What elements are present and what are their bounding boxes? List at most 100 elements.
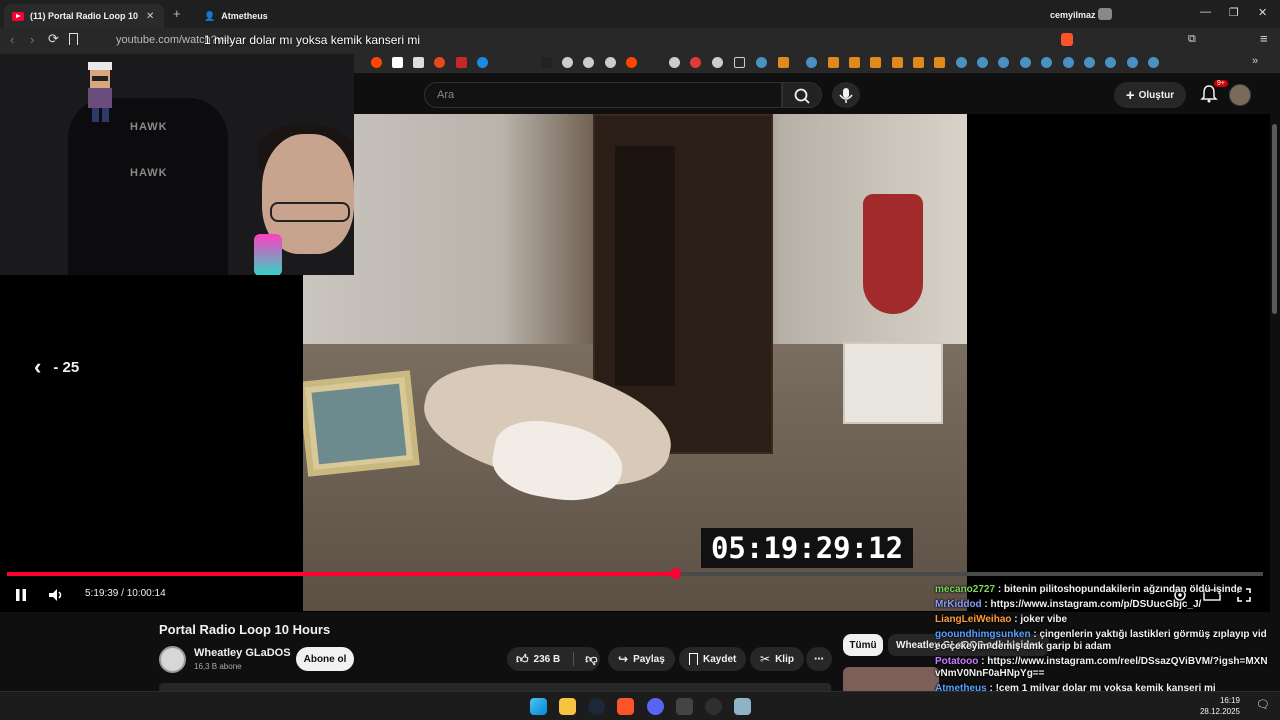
bookmark-favicon-icon[interactable] [392, 57, 403, 68]
bookmark-favicon-icon[interactable] [870, 57, 881, 68]
address-bar-row: ‹ › ⟳ youtube.com/watch?v=... 1 milyar d… [0, 28, 1280, 52]
bookmark-favicon-icon[interactable] [669, 57, 680, 68]
thumbs-down-icon[interactable]: 👎︎ [585, 652, 597, 667]
steam-icon[interactable] [1127, 57, 1138, 68]
steam-icon[interactable] [756, 57, 767, 68]
bookmark-favicon-icon[interactable] [778, 57, 789, 68]
brave-browser-icon[interactable] [617, 698, 634, 715]
channel-name[interactable]: Wheatley GLaDOS [194, 647, 291, 659]
steam-icon[interactable] [1041, 57, 1052, 68]
bookmark-favicon-icon[interactable] [712, 57, 723, 68]
scrollbar-thumb[interactable] [1272, 124, 1277, 314]
account-avatar[interactable] [1229, 84, 1251, 106]
bookmark-favicon-icon[interactable] [371, 57, 382, 68]
file-explorer-icon[interactable] [559, 698, 576, 715]
voice-search-button[interactable] [832, 82, 860, 108]
bookmark-favicon-icon[interactable] [434, 57, 445, 68]
bookmark-favicon-icon[interactable] [456, 57, 467, 68]
search-icon [794, 88, 810, 104]
bookmark-favicon-icon[interactable] [541, 57, 552, 68]
bookmark-favicon-icon[interactable] [562, 57, 573, 68]
like-dislike-group: 👍︎ 236 B 👎︎ [507, 647, 600, 671]
bookmark-favicon-icon[interactable] [828, 57, 839, 68]
share-button[interactable]: ↪ Paylaş [608, 647, 675, 671]
notifications-icon[interactable]: 🗨 [1256, 698, 1270, 711]
steam-icon[interactable] [1084, 57, 1095, 68]
video-scene-picture-frame [303, 370, 420, 477]
create-button[interactable]: + Oluştur [1114, 82, 1186, 108]
bookmark-favicon-icon[interactable] [892, 57, 903, 68]
bookmark-favicon-icon[interactable] [413, 57, 424, 68]
notifications-bell-icon[interactable] [1200, 84, 1218, 104]
subscribe-button[interactable]: Abone ol [296, 647, 354, 671]
steam-icon[interactable] [806, 57, 817, 68]
person-icon: 👤 [204, 10, 216, 21]
tab-atmetheus[interactable]: 👤 Atmetheus [196, 4, 336, 28]
more-actions-button[interactable]: ⋯ [806, 647, 832, 671]
steam-icon[interactable] [956, 57, 967, 68]
scissors-icon: ✂ [760, 652, 771, 666]
description-box[interactable] [159, 683, 831, 691]
bookmark-favicon-icon[interactable] [690, 57, 701, 68]
profile-icon[interactable] [1098, 8, 1112, 20]
profile-name[interactable]: cemyilmaz [1050, 10, 1096, 20]
close-window-icon[interactable]: ✕ [1258, 6, 1267, 19]
bookmark-favicon-icon[interactable] [626, 57, 637, 68]
bookmark-icon[interactable] [69, 33, 78, 45]
clip-label: Klip [775, 653, 794, 665]
steam-icon[interactable] [1063, 57, 1074, 68]
steam-icon[interactable] [1020, 57, 1031, 68]
page-scrollbar[interactable] [1270, 74, 1280, 691]
bookmark-favicon-icon[interactable] [849, 57, 860, 68]
search-button[interactable] [782, 82, 822, 108]
bookmark-favicon-icon[interactable] [913, 57, 924, 68]
forward-icon[interactable]: › [30, 32, 34, 47]
steam-icon[interactable] [1148, 57, 1159, 68]
new-tab-button[interactable]: + [173, 6, 181, 21]
chat-separator: : [981, 599, 991, 610]
bookmark-favicon-icon[interactable] [934, 57, 945, 68]
obs-icon[interactable] [705, 698, 722, 715]
chat-text: joker vibe [1020, 614, 1068, 625]
like-count: 236 B [533, 653, 561, 665]
channel-avatar[interactable] [159, 646, 186, 673]
bookmark-favicon-icon[interactable] [605, 57, 616, 68]
menu-icon[interactable]: ≡ [1260, 31, 1268, 46]
steam-icon[interactable] [977, 57, 988, 68]
app-icon[interactable] [676, 698, 693, 715]
chat-text: bitenin pilitoshopundakilerin ağzından ö… [1003, 584, 1243, 595]
clip-button[interactable]: ✂ Klip [750, 647, 804, 671]
more-bookmarks-icon[interactable]: » [1252, 55, 1258, 67]
windows-start-icon[interactable] [530, 698, 547, 715]
close-tab-icon[interactable]: ✕ [146, 11, 154, 22]
folder-icon[interactable] [734, 57, 745, 68]
video-scene-heater [843, 342, 943, 424]
chat-username: gooundhimgsunken [935, 629, 1031, 640]
steam-icon[interactable] [1105, 57, 1116, 68]
extensions-icon[interactable]: ⧉ [1188, 33, 1196, 46]
avatar-sticker-icon [88, 62, 112, 122]
url-field[interactable]: youtube.com/watch?v=... 1 milyar dolar m… [80, 31, 1000, 49]
more-horizontal-icon: ⋯ [814, 653, 824, 665]
pause-icon[interactable] [14, 587, 28, 603]
search-input[interactable]: Ara [424, 82, 782, 108]
chip-all[interactable]: Tümü [843, 634, 883, 656]
tab-portal-radio[interactable]: (11) Portal Radio Loop 10 Hours ✕ [4, 4, 164, 28]
back-icon[interactable]: ‹ [10, 32, 14, 47]
steam-icon[interactable] [588, 698, 605, 715]
bookmark-favicon-icon[interactable] [477, 57, 488, 68]
progress-bar[interactable] [7, 568, 1263, 579]
volume-icon[interactable] [47, 587, 65, 603]
minimize-icon[interactable]: — [1200, 6, 1211, 18]
bookmark-favicon-icon[interactable] [583, 57, 594, 68]
steam-icon[interactable] [998, 57, 1009, 68]
system-clock[interactable]: 16:19 28.12.2025 [1200, 695, 1240, 717]
app-icon[interactable] [734, 698, 751, 715]
maximize-icon[interactable]: ❐ [1229, 6, 1239, 19]
discord-icon[interactable] [647, 698, 664, 715]
brave-shield-icon[interactable] [1061, 33, 1073, 46]
reload-icon[interactable]: ⟳ [48, 31, 59, 47]
stream-chat-overlay: mecano2727 : bitenin pilitoshopundakiler… [935, 584, 1270, 698]
save-button[interactable]: Kaydet [679, 647, 747, 671]
like-button[interactable]: 👍︎ 236 B [507, 652, 560, 667]
